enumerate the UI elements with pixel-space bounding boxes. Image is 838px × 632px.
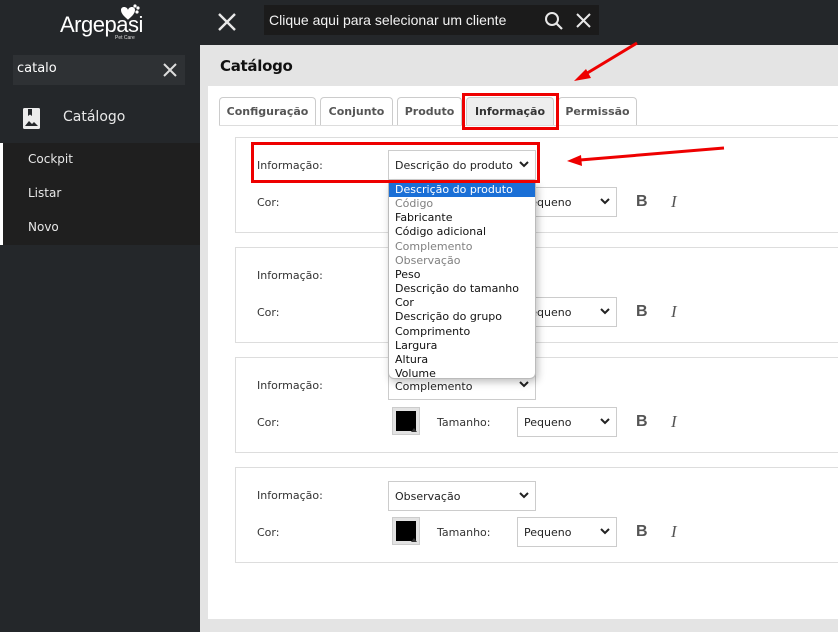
informacao-label: Informação: — [257, 159, 323, 172]
cor-label: Cor: — [257, 416, 280, 429]
brand-logo[interactable]: Argepasi Pet Care — [58, 4, 148, 42]
select-value: Complemento — [395, 380, 473, 393]
sidebar-search-input[interactable] — [17, 61, 157, 76]
color-picker[interactable] — [392, 517, 420, 545]
tamanho-label: Tamanho: — [437, 416, 491, 429]
dropdown-option: Complemento — [395, 239, 473, 253]
dropdown-option[interactable]: Descrição do tamanho — [389, 282, 535, 296]
dropdown-option[interactable]: Cor — [389, 296, 535, 310]
tamanho-select[interactable]: Pequeno — [517, 407, 617, 437]
sidebar-item-catalogo[interactable]: Catálogo — [0, 98, 200, 140]
dropdown-option[interactable]: Descrição do grupo — [389, 310, 535, 324]
chevron-down-icon — [600, 198, 610, 205]
italic-button[interactable]: I — [671, 412, 677, 432]
dropdown-option[interactable]: Comprimento — [389, 325, 535, 339]
select-value: Pequeno — [524, 416, 572, 429]
dropdown-option[interactable]: Altura — [389, 353, 535, 367]
catalog-image-icon — [23, 108, 40, 129]
dropdown-option[interactable]: Largura — [389, 339, 535, 353]
dropdown-option[interactable]: Código adicional — [389, 225, 535, 239]
dropdown-option[interactable]: Peso — [389, 268, 535, 282]
dropdown-option: Observação — [395, 253, 461, 267]
top-bar — [200, 0, 838, 45]
info-section-4: Informação: Observação Cor: Tamanho: Peq… — [235, 467, 838, 563]
page-title: Catálogo — [220, 57, 293, 75]
info-section-2: Informação: Cor: Pequeno B I — [235, 247, 838, 343]
chevron-down-icon — [519, 161, 529, 168]
chevron-down-icon — [519, 492, 529, 499]
informacao-dropdown-list: Descrição do produto Código Fabricante Códi… — [388, 182, 536, 379]
clear-client-icon[interactable] — [575, 12, 592, 29]
info-section-3: Informação: Complemento Cor: Tamanho: Pe… — [235, 357, 838, 453]
clear-search-icon[interactable] — [161, 61, 179, 79]
bold-button[interactable]: B — [636, 193, 648, 211]
color-picker[interactable] — [392, 407, 420, 435]
sidebar-item-label: Catálogo — [63, 109, 126, 125]
dropdown-option[interactable]: Descrição do produto — [389, 183, 535, 198]
chevron-down-icon — [600, 308, 610, 315]
informacao-label: Informação: — [257, 269, 323, 282]
tabs-divider — [219, 125, 838, 126]
tab-produto[interactable]: Produto — [397, 97, 462, 125]
tamanho-label: Tamanho: — [437, 526, 491, 539]
bold-button[interactable]: B — [636, 523, 648, 541]
client-selector — [264, 5, 599, 35]
bold-button[interactable]: B — [636, 303, 648, 321]
select-value: Descrição do produto — [395, 159, 513, 172]
sidebar: Argepasi Pet Care Catálogo Cockpit Lista… — [0, 0, 200, 632]
tab-permissao[interactable]: Permissão — [558, 97, 637, 125]
caret-up-icon — [411, 428, 417, 432]
chevron-down-icon — [600, 418, 610, 425]
sidebar-search — [13, 55, 185, 85]
select-value: Pequeno — [524, 526, 572, 539]
dropdown-option: Código — [395, 197, 434, 211]
submenu-item-cockpit[interactable]: Cockpit — [28, 152, 73, 166]
italic-button[interactable]: I — [671, 192, 677, 212]
cor-label: Cor: — [257, 196, 280, 209]
brand-tagline: Pet Care — [115, 35, 135, 41]
tab-informacao[interactable]: Informação — [466, 97, 554, 125]
catalog-submenu: Cockpit Listar Novo — [0, 143, 200, 245]
select-value: Observação — [395, 490, 461, 503]
info-section-1: Informação: Descrição do produto Cor: Pe… — [235, 137, 838, 233]
tab-conjunto[interactable]: Conjunto — [320, 97, 393, 125]
client-search-input[interactable] — [269, 12, 529, 28]
dropdown-option[interactable]: Volume — [389, 367, 535, 378]
chevron-down-icon — [519, 381, 529, 388]
informacao-select[interactable]: Observação — [388, 481, 536, 511]
app-root: Argepasi Pet Care Catálogo Cockpit Lista… — [0, 0, 838, 632]
tamanho-select[interactable]: Pequeno — [517, 517, 617, 547]
submenu-item-listar[interactable]: Listar — [28, 186, 61, 200]
italic-button[interactable]: I — [671, 522, 677, 542]
submenu-item-novo[interactable]: Novo — [28, 220, 59, 234]
cor-label: Cor: — [257, 306, 280, 319]
informacao-select[interactable]: Descrição do produto — [388, 150, 536, 180]
search-icon[interactable] — [544, 11, 564, 31]
italic-button[interactable]: I — [671, 302, 677, 322]
cor-label: Cor: — [257, 526, 280, 539]
caret-up-icon — [411, 538, 417, 542]
tab-configuracao[interactable]: Configuração — [219, 97, 316, 125]
chevron-down-icon — [600, 528, 610, 535]
close-icon[interactable] — [216, 11, 238, 33]
dropdown-option[interactable]: Fabricante — [389, 211, 535, 225]
arrow-to-tab — [574, 41, 638, 81]
informacao-label: Informação: — [257, 379, 323, 392]
bold-button[interactable]: B — [636, 413, 648, 431]
informacao-label: Informação: — [257, 489, 323, 502]
